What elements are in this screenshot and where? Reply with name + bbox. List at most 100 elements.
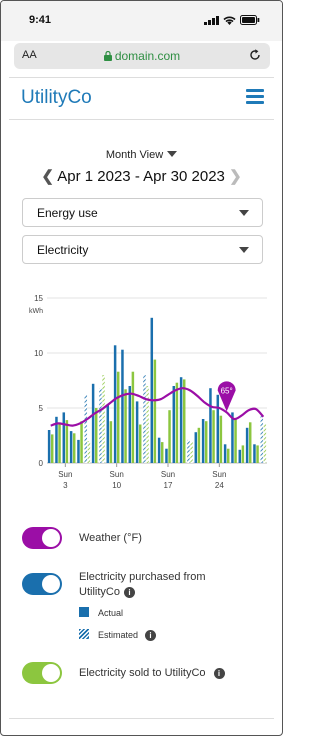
estimated-bar [260,415,264,463]
estimated-bar [143,375,146,463]
actual-bar [194,432,198,463]
sold-bar [168,410,171,463]
actual-legend-swatch [79,607,89,617]
sold-bar [94,408,98,463]
metric-select-value: Energy use [37,206,98,220]
chevron-left-icon[interactable]: ❮ [41,167,54,185]
actual-bar [165,448,168,463]
wifi-icon [223,16,236,25]
sold-bar [219,415,223,463]
header-divider-top [9,77,274,78]
chevron-right-icon[interactable]: ❯ [229,167,242,185]
sold-bar [212,410,215,463]
toggle-knob [42,529,60,547]
x-tick-label: 3 [63,481,68,490]
sold-bar [153,359,157,463]
x-tick-label: 10 [112,481,121,490]
sold-bar [182,379,186,463]
actual-bar [231,412,234,463]
estimated-bar [99,388,102,463]
x-tick-label: 24 [215,481,224,490]
estimated-sold-bar [146,386,149,463]
actual-bar [157,437,161,463]
status-time: 9:41 [29,14,52,26]
actual-legend-label: Actual [98,608,124,618]
actual-bar [62,412,66,463]
info-icon[interactable]: i [145,630,157,641]
date-range-text: Apr 1 2023 - Apr 30 2023 [57,168,225,185]
sold-bar [234,417,237,463]
phone-frame: 9:41 AA domain.com UtilityCo Month View … [0,0,283,736]
hamburger-menu-icon[interactable] [246,89,264,105]
weather-toggle[interactable] [22,527,62,549]
view-selector[interactable]: Month View [1,149,282,161]
y-unit-label: kWh [29,308,43,315]
x-tick-label: Sun [161,470,175,479]
sold-bar [131,371,135,463]
sold-toggle[interactable] [22,662,62,684]
estimated-bar [187,439,190,463]
url-field[interactable]: domain.com [14,49,270,63]
utility-type-select-value: Electricity [37,243,89,257]
sold-bar [248,422,252,463]
purchased-label-text: Electricity purchased from UtilityCo [79,571,206,598]
sold-bar [138,424,142,463]
sold-toggle-label: Electricity sold to UtilityCo i [79,666,225,681]
estimated-legend-swatch [79,629,89,639]
estimated-sold-bar [263,424,267,463]
sold-label-text: Electricity sold to UtilityCo [79,667,206,679]
estimated-bar [84,394,88,463]
sold-bar [50,434,54,463]
weather-callout-label: 65° [221,386,233,395]
estimated-sold-bar [87,441,91,463]
x-tick-label: Sun [58,470,72,479]
lock-icon [103,51,112,61]
sold-bar [226,448,230,463]
caret-down-icon [239,247,249,253]
actual-bar [245,427,249,463]
actual-bar [201,419,205,463]
actual-bar [172,386,176,463]
actual-bar [121,349,124,463]
sold-bar [197,427,201,463]
actual-bar [135,401,139,463]
reload-icon[interactable] [248,48,262,62]
x-tick-label: Sun [110,470,124,479]
actual-bar [106,404,110,463]
y-tick-label: 15 [34,294,43,303]
caret-down-icon [239,210,249,216]
status-icons [204,15,260,25]
metric-select[interactable]: Energy use [22,198,263,227]
energy-use-chart[interactable]: 0 5 10 15 kWh Sun 3 Sun 10 Sun 17 Sun 24 65° [1,286,283,496]
estimated-legend-text: Estimated [98,630,139,640]
header-divider-bottom [9,119,274,120]
date-range-navigator: ❮ Apr 1 2023 - Apr 30 2023 ❯ [1,167,282,185]
info-icon[interactable]: i [123,587,135,598]
y-tick-label: 0 [39,459,44,468]
sold-bar [124,389,127,463]
signal-icon [204,15,219,25]
estimated-legend-label: Estimated i [98,630,157,641]
info-icon[interactable]: i [213,668,225,679]
brand-logo[interactable]: UtilityCo [21,87,92,109]
sold-bar [58,424,61,463]
sold-bar [160,442,164,463]
sold-bar [175,382,179,463]
sold-bar [80,421,83,463]
sold-bar [256,445,259,463]
estimated-sold-bar [102,375,105,463]
estimated-sold-bar [190,442,193,463]
actual-bar [128,386,132,463]
toggle-knob [42,664,60,682]
y-tick-label: 10 [34,349,43,358]
browser-url-bar[interactable]: AA domain.com [14,43,270,69]
actual-bar [150,317,154,463]
battery-icon [240,15,260,25]
actual-bar [69,431,73,463]
sold-bar [72,433,76,463]
actual-bar [113,345,117,463]
purchased-toggle[interactable] [22,573,62,595]
sold-bar [109,421,113,463]
actual-bar [91,383,95,463]
utility-type-select[interactable]: Electricity [22,235,263,264]
